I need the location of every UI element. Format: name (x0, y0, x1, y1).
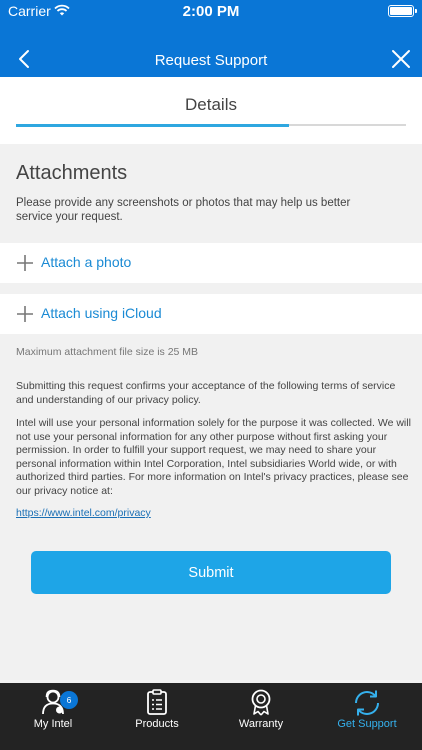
attach-photo-button[interactable]: Attach a photo (0, 243, 422, 283)
status-bar: Carrier 2:00 PM (0, 0, 422, 22)
attach-icloud-label: Attach using iCloud (41, 305, 162, 321)
tab-label-warranty: Warranty (238, 718, 284, 730)
tab-label-my-intel: My Intel (33, 718, 73, 730)
step-progress-track (16, 123, 406, 127)
plus-icon (17, 255, 33, 271)
privacy-text: Intel will use your personal information… (16, 417, 411, 497)
submit-button[interactable]: Submit (31, 551, 391, 594)
step-tabs: Details (0, 77, 422, 144)
close-icon[interactable] (388, 46, 414, 72)
tab-warranty[interactable]: Warranty (208, 683, 314, 750)
clipboard-icon (147, 689, 167, 715)
attach-icloud-button[interactable]: Attach using iCloud (0, 294, 422, 334)
tab-label-get-support: Get Support (337, 718, 397, 730)
header: Carrier 2:00 PM Request Support (0, 0, 422, 77)
refresh-icon (355, 690, 379, 716)
attachments-title: Attachments (16, 162, 128, 184)
max-size-note: Maximum attachment file size is 25 MB (16, 346, 199, 358)
attach-photo-label: Attach a photo (41, 254, 132, 270)
plus-icon (17, 306, 33, 322)
nav-bar: Request Support (0, 40, 422, 77)
bottom-tab-bar: 6 My Intel Products Warranty Get Support (0, 683, 422, 750)
status-time: 2:00 PM (182, 3, 240, 20)
tab-my-intel[interactable]: 6 My Intel (0, 683, 106, 750)
notification-badge: 6 (60, 691, 78, 709)
page-title: Request Support (154, 52, 268, 69)
tab-details[interactable]: Details (0, 95, 422, 115)
terms-text: Submitting this request confirms your ac… (16, 380, 396, 406)
battery-icon (388, 5, 417, 17)
tab-products[interactable]: Products (104, 683, 210, 750)
tab-label-products: Products (135, 718, 179, 730)
step-progress-fill (16, 123, 289, 127)
tab-get-support[interactable]: Get Support (314, 683, 420, 750)
award-ribbon-icon (251, 689, 271, 716)
attachments-description: Please provide any screenshots or photos… (16, 197, 351, 223)
privacy-link[interactable]: https://www.intel.com/privacy (16, 507, 151, 519)
